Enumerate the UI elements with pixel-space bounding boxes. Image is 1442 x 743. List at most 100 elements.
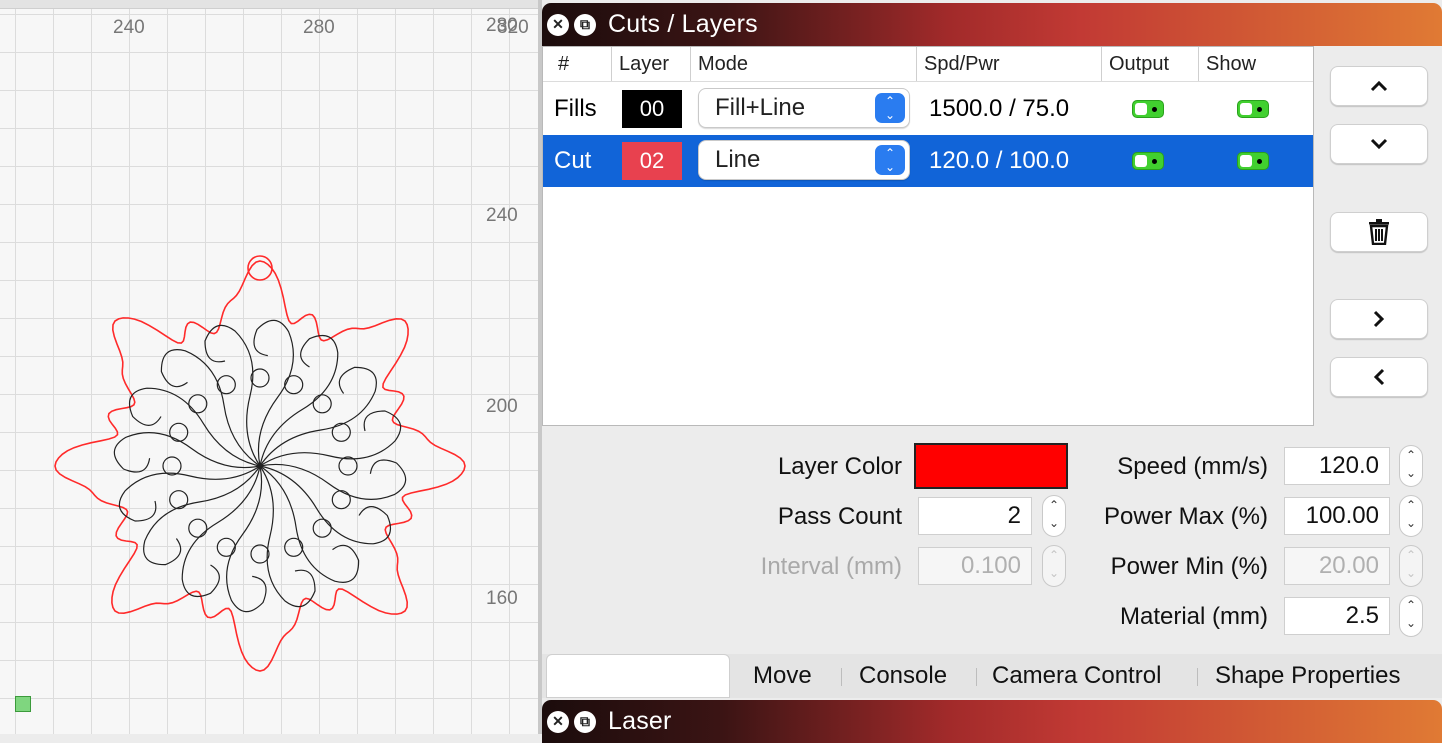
inner-swirl — [259, 465, 360, 583]
close-icon[interactable]: ✕ — [547, 13, 569, 36]
chevron-left-icon — [1373, 368, 1385, 386]
inner-swirl — [259, 335, 339, 467]
snowflake-artwork[interactable] — [0, 0, 538, 734]
inner-ring — [169, 422, 189, 442]
spd-pwr-value: 1500.0 / 75.0 — [929, 95, 1070, 122]
tab-move[interactable]: Move — [753, 654, 812, 698]
chevron-up-icon — [1370, 80, 1388, 92]
layer-color-swatch[interactable] — [914, 443, 1068, 489]
power-min-field[interactable]: 20.00 — [1284, 547, 1390, 585]
spd-pwr-value: 120.0 / 100.0 — [929, 147, 1070, 174]
tab-cuts[interactable] — [546, 654, 730, 698]
inner-swirl — [259, 465, 316, 608]
material-label: Material (mm) — [1120, 603, 1268, 630]
material-field[interactable]: 2.5 — [1284, 597, 1390, 635]
float-window-icon[interactable]: ⧉ — [574, 710, 596, 733]
inner-ring — [331, 490, 351, 510]
interval-stepper[interactable]: ⌃ ⌄ — [1042, 545, 1066, 587]
mode-value: Line — [715, 146, 761, 173]
inner-swirl — [259, 459, 407, 500]
bottom-tab-bar: Move Console Camera Control Shape Proper… — [542, 654, 1442, 698]
inner-ring — [338, 456, 358, 476]
output-toggle[interactable] — [1132, 100, 1164, 118]
chevron-right-icon — [1373, 310, 1385, 328]
table-header: # Layer Mode Spd/Pwr Output Show — [543, 47, 1313, 82]
trash-icon — [1369, 219, 1389, 245]
cuts-layers-titlebar: ✕ ⧉ Cuts / Layers — [542, 3, 1442, 46]
tab-camera-control[interactable]: Camera Control — [992, 654, 1161, 698]
tab-console[interactable]: Console — [859, 654, 947, 698]
col-layer[interactable]: Layer — [611, 47, 669, 81]
inner-ring — [250, 368, 270, 388]
tab-separator — [841, 668, 842, 686]
inner-ring — [188, 518, 208, 538]
speed-stepper[interactable]: ⌃ ⌄ — [1399, 445, 1423, 487]
inner-ring — [169, 490, 189, 510]
design-canvas[interactable]: 240 280 280 320 240 200 160 — [0, 0, 538, 734]
inner-ring — [284, 375, 304, 395]
inner-ring — [216, 537, 236, 557]
inner-swirl — [259, 410, 402, 467]
pass-count-label: Pass Count — [777, 503, 902, 530]
material-stepper[interactable]: ⌃ ⌄ — [1399, 595, 1423, 637]
tab-separator — [976, 668, 977, 686]
layer-swatch[interactable]: 02 — [622, 142, 682, 180]
collapse-button[interactable] — [1330, 357, 1428, 397]
inner-swirl — [259, 465, 391, 545]
col-output[interactable]: Output — [1101, 47, 1169, 81]
inner-ring — [162, 456, 182, 476]
col-show[interactable]: Show — [1198, 47, 1256, 81]
inner-ring — [331, 422, 351, 442]
inner-ring — [250, 544, 270, 564]
delete-button[interactable] — [1330, 212, 1428, 252]
inner-ring — [188, 394, 208, 414]
inner-swirl — [181, 465, 261, 597]
float-window-icon[interactable]: ⧉ — [574, 13, 596, 36]
layer-color-label: Layer Color — [777, 453, 902, 480]
tab-shape-properties[interactable]: Shape Properties — [1215, 654, 1400, 698]
inner-ring — [312, 518, 332, 538]
power-min-label: Power Min (%) — [1110, 553, 1268, 580]
mode-value: Fill+Line — [715, 94, 806, 121]
hanging-loop — [247, 255, 273, 281]
inner-swirl — [160, 349, 261, 467]
tab-separator — [1197, 668, 1198, 686]
interval-field[interactable]: 0.100 — [918, 547, 1032, 585]
mode-select[interactable]: Fill+Line ⌃ ⌄ — [698, 88, 910, 128]
panel-title: Cuts / Layers — [608, 10, 758, 38]
output-toggle[interactable] — [1132, 152, 1164, 170]
show-toggle[interactable] — [1237, 152, 1269, 170]
table-row[interactable]: Fills 00 Fill+Line ⌃ ⌄ 1500.0 / 75.0 — [543, 83, 1313, 135]
chevron-down-icon — [1370, 138, 1388, 150]
inner-swirl — [204, 324, 261, 467]
inner-swirl — [226, 465, 267, 613]
close-icon[interactable]: ✕ — [547, 710, 569, 733]
show-toggle[interactable] — [1237, 100, 1269, 118]
inner-swirl — [253, 319, 294, 467]
power-max-field[interactable]: 100.00 — [1284, 497, 1390, 535]
table-row[interactable]: Cut 02 Line ⌃ ⌄ 120.0 / 100.0 — [543, 135, 1313, 187]
interval-label: Interval (mm) — [760, 553, 902, 580]
inner-ring — [216, 375, 236, 395]
power-max-label: Power Max (%) — [1103, 503, 1268, 530]
updown-chevron-icon: ⌃ ⌄ — [875, 93, 905, 123]
col-spd-pwr[interactable]: Spd/Pwr — [916, 47, 1000, 81]
col-number[interactable]: # — [558, 47, 569, 81]
origin-marker[interactable] — [15, 696, 31, 712]
row-name: Cut — [554, 147, 592, 174]
laser-panel-title: Laser — [608, 707, 672, 735]
power-min-stepper[interactable]: ⌃ ⌄ — [1399, 545, 1423, 587]
speed-field[interactable]: 120.0 — [1284, 447, 1390, 485]
pass-count-field[interactable]: 2 — [918, 497, 1032, 535]
power-max-stepper[interactable]: ⌃ ⌄ — [1399, 495, 1423, 537]
inner-swirl — [113, 432, 261, 473]
move-up-button[interactable] — [1330, 66, 1428, 106]
inner-ring — [312, 394, 332, 414]
expand-button[interactable] — [1330, 299, 1428, 339]
layer-swatch[interactable]: 00 — [622, 90, 682, 128]
mode-select[interactable]: Line ⌃ ⌄ — [698, 140, 910, 180]
inner-swirl — [118, 465, 261, 522]
move-down-button[interactable] — [1330, 124, 1428, 164]
pass-count-stepper[interactable]: ⌃ ⌄ — [1042, 495, 1066, 537]
col-mode[interactable]: Mode — [690, 47, 748, 81]
